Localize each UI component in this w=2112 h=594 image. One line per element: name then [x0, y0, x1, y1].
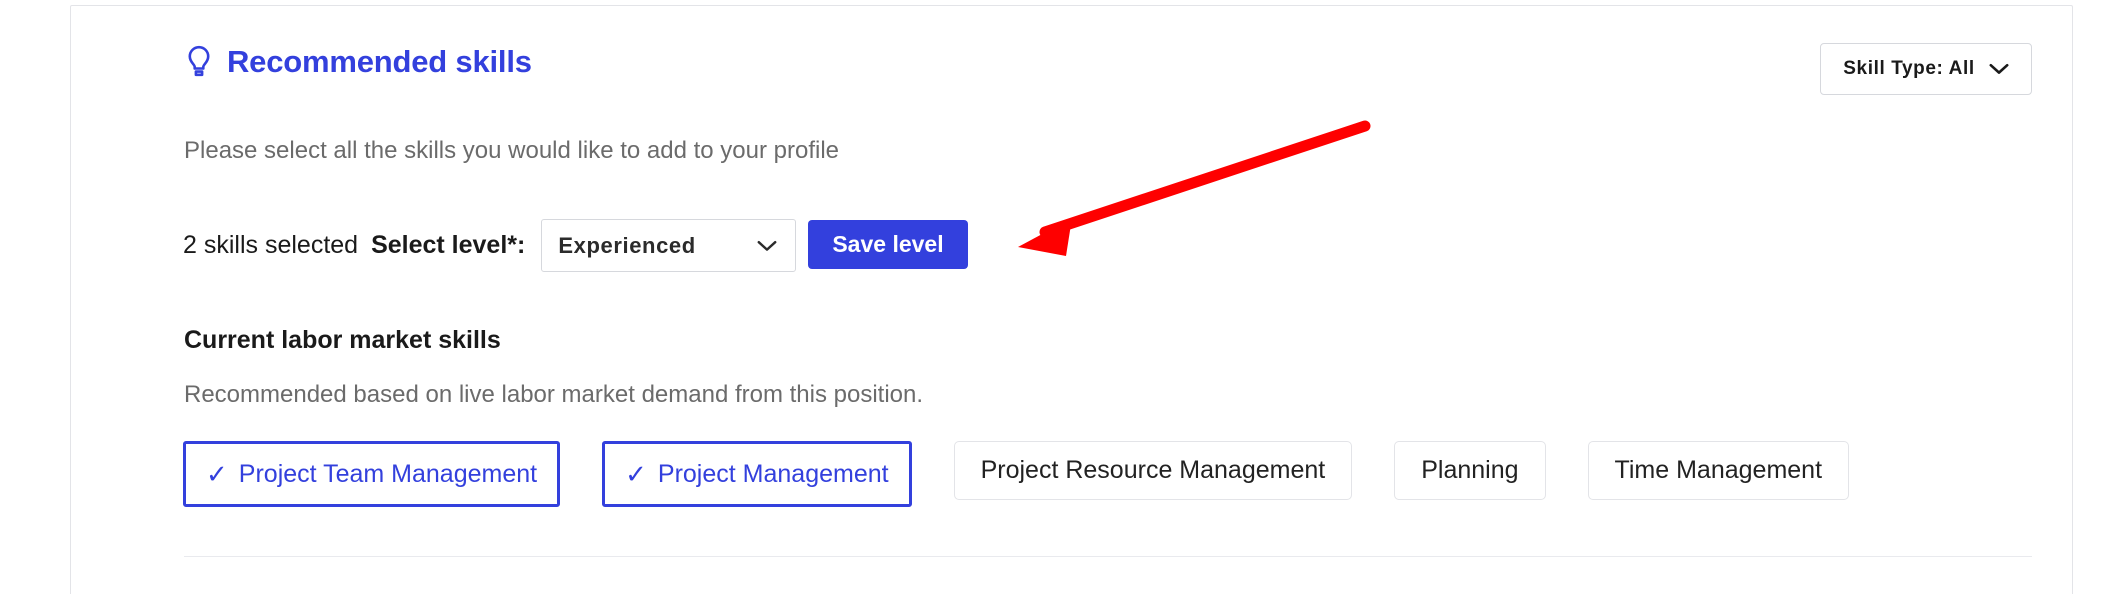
skill-chip-label: Project Management — [657, 459, 889, 488]
chevron-down-icon — [757, 240, 777, 252]
level-selection-row: 2 skills selected Select level*: Experie… — [183, 219, 968, 272]
check-icon: ✓ — [625, 459, 647, 489]
skill-chip-planning[interactable]: Planning — [1394, 441, 1546, 500]
skill-chip-label: Time Management — [1614, 456, 1823, 484]
recommended-skills-card: Recommended skills Skill Type: All Pleas… — [70, 5, 2073, 594]
skill-chip-project-management[interactable]: ✓ Project Management — [602, 441, 912, 507]
skill-chip-time-management[interactable]: Time Management — [1587, 441, 1850, 500]
lightbulb-icon — [184, 45, 214, 79]
skill-type-filter[interactable]: Skill Type: All — [1820, 43, 2032, 95]
selected-skills-count: 2 skills selected — [183, 231, 359, 259]
skill-chip-list: ✓ Project Team Management ✓ Project Mana… — [183, 441, 1850, 507]
check-icon: ✓ — [206, 459, 228, 489]
level-select-value: Experienced — [558, 232, 696, 258]
chevron-down-icon — [1989, 63, 2009, 75]
labor-market-title: Current labor market skills — [184, 326, 501, 354]
page-root: Recommended skills Skill Type: All Pleas… — [0, 0, 2112, 594]
labor-market-description: Recommended based on live labor market d… — [184, 381, 924, 408]
page-title: Recommended skills — [227, 44, 532, 79]
card-header: Recommended skills — [184, 44, 532, 80]
section-divider — [184, 556, 2032, 557]
level-select-dropdown[interactable]: Experienced — [541, 219, 797, 272]
select-level-label: Select level*: — [371, 231, 526, 259]
skill-chip-project-team-management[interactable]: ✓ Project Team Management — [183, 441, 561, 507]
skill-chip-label: Project Team Management — [238, 459, 538, 488]
intro-text: Please select all the skills you would l… — [184, 137, 840, 164]
skill-chip-project-resource-management[interactable]: Project Resource Management — [953, 441, 1353, 500]
skill-chip-label: Planning — [1421, 456, 1519, 484]
save-level-button[interactable]: Save level — [808, 219, 968, 269]
skill-type-filter-label: Skill Type: All — [1843, 58, 1975, 79]
skill-chip-label: Project Resource Management — [980, 456, 1326, 484]
